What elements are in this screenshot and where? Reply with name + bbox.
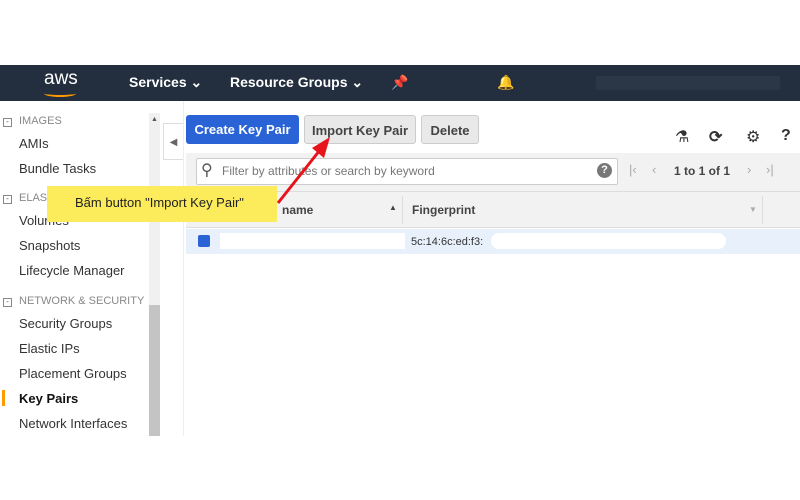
annotation-arrow (276, 137, 330, 204)
